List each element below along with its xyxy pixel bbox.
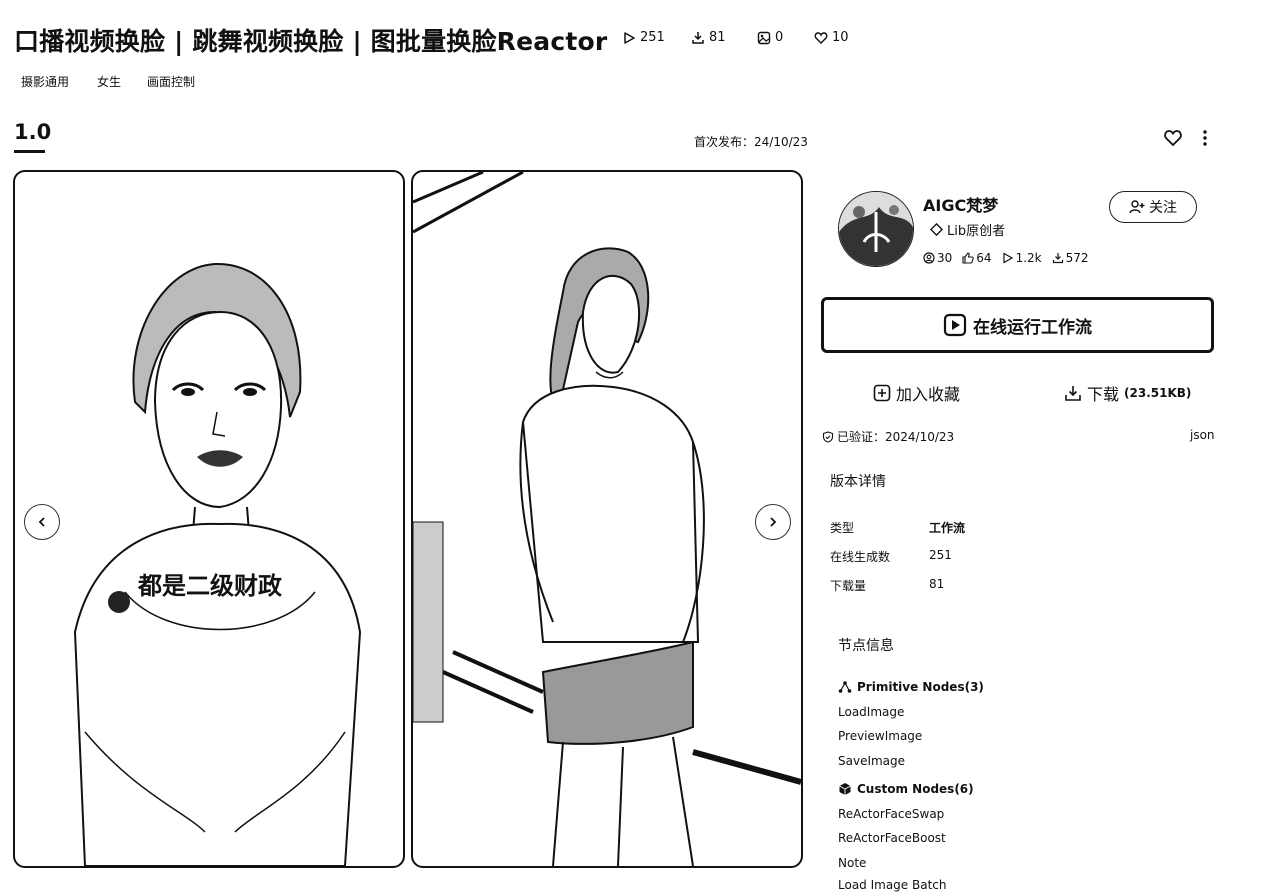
download-size: (23.51KB) [1124,386,1192,400]
custom-nodes-label: Custom Nodes(6) [857,782,974,796]
primitive-nodes-group[interactable]: Primitive Nodes(3) [838,680,984,694]
primitive-nodes-label: Primitive Nodes(3) [857,680,984,694]
favorite-heart-icon[interactable] [1163,128,1183,148]
publish-date-value: 24/10/23 [754,135,808,149]
author-stats: 30 64 1.2k 572 [923,251,1089,265]
image-icon [757,31,771,45]
run-count: 251 [622,30,665,45]
author-likes-value: 64 [976,251,992,265]
verified-text: 已验证：2024/10/23 [837,430,955,444]
author-followers-value: 30 [937,251,953,265]
download-icon [1064,384,1082,402]
author-runs-value: 1.2k [1015,251,1042,265]
favorite-label: 加入收藏 [896,385,961,404]
nodes-branch-icon [838,680,852,694]
image-count-value: 0 [775,30,784,45]
node-info-heading: 节点信息 [838,638,894,654]
gallery-next-button[interactable] [755,504,791,540]
detail-downloads-label: 下载量 [830,579,867,593]
author-badge-label: Lib原创者 [947,224,1006,239]
author-avatar[interactable] [838,191,914,267]
download-count-value: 81 [709,30,726,45]
detail-type-value: 工作流 [929,521,966,535]
author-likes: 64 [962,251,992,265]
detail-generations-value: 251 [929,548,952,562]
gallery-image-2[interactable] [411,170,803,868]
author-downloads: 572 [1052,251,1089,265]
chevron-right-icon [767,516,779,528]
thumbs-up-icon [962,252,974,264]
download-count: 81 [691,30,726,45]
publish-label: 首次发布： [694,135,755,149]
like-count: 10 [814,30,849,45]
video-caption: 都是二级财政 [138,572,282,600]
json-format-link[interactable]: json [1190,428,1215,442]
like-count-value: 10 [832,30,849,45]
node-item: ReActorFaceSwap [838,807,945,821]
more-options-icon[interactable] [1198,128,1212,148]
add-user-icon [1129,199,1145,215]
download-label: 下载 [1087,385,1120,404]
plus-square-icon [873,384,891,402]
download-icon [691,31,705,45]
verified-status: 已验证：2024/10/23 [822,428,954,445]
page-title: 口播视频换脸 | 跳舞视频换脸 | 图批量换脸Reactor [14,27,608,56]
node-item: ReActorFaceBoost [838,831,946,845]
version-tab[interactable]: 1.0 [14,120,51,144]
node-item: SaveImage [838,754,906,768]
node-item: PreviewImage [838,729,923,743]
download-button[interactable]: 下载 (23.51KB) [1064,381,1191,405]
play-icon [943,313,967,337]
publish-date: 首次发布：24/10/23 [694,133,808,150]
version-details-heading: 版本详情 [830,474,886,490]
dancing-woman-illustration [413,172,801,866]
author-downloads-value: 572 [1065,251,1089,265]
author-name[interactable]: AIGC梵梦 [923,192,998,216]
run-workflow-online-button[interactable]: 在线运行工作流 [821,297,1214,353]
run-count-value: 251 [640,30,665,45]
diamond-icon [930,223,943,236]
follow-label: 关注 [1149,200,1177,216]
follow-button[interactable]: 关注 [1109,191,1197,223]
chevron-left-icon [36,516,48,528]
shield-check-icon [822,430,834,443]
detail-generations-label: 在线生成数 [830,550,891,564]
gallery-prev-button[interactable] [24,504,60,540]
custom-nodes-group[interactable]: Custom Nodes(6) [838,782,974,796]
detail-type-label: 类型 [830,521,855,535]
author-badge: Lib原创者 [930,220,1005,239]
add-to-favorites-button[interactable]: 加入收藏 [873,381,960,405]
tag-girl[interactable]: 女生 [97,73,121,90]
play-icon [622,31,636,45]
author-runs: 1.2k [1002,251,1042,265]
version-tab-underline [14,150,45,153]
cube-icon [838,782,852,796]
author-followers: 30 [923,251,952,265]
node-item: Note [838,856,867,870]
tag-photography[interactable]: 摄影通用 [21,73,69,90]
user-icon [923,252,935,264]
heart-icon [814,31,828,45]
download-icon [1052,252,1064,264]
gallery-image-1[interactable] [13,170,405,868]
tag-image-control[interactable]: 画面控制 [147,73,195,90]
play-icon [1002,252,1014,264]
run-workflow-label: 在线运行工作流 [973,317,1092,338]
image-count: 0 [757,30,783,45]
node-item: LoadImage [838,705,905,719]
detail-downloads-value: 81 [929,577,945,591]
portrait-woman-illustration [73,262,362,866]
